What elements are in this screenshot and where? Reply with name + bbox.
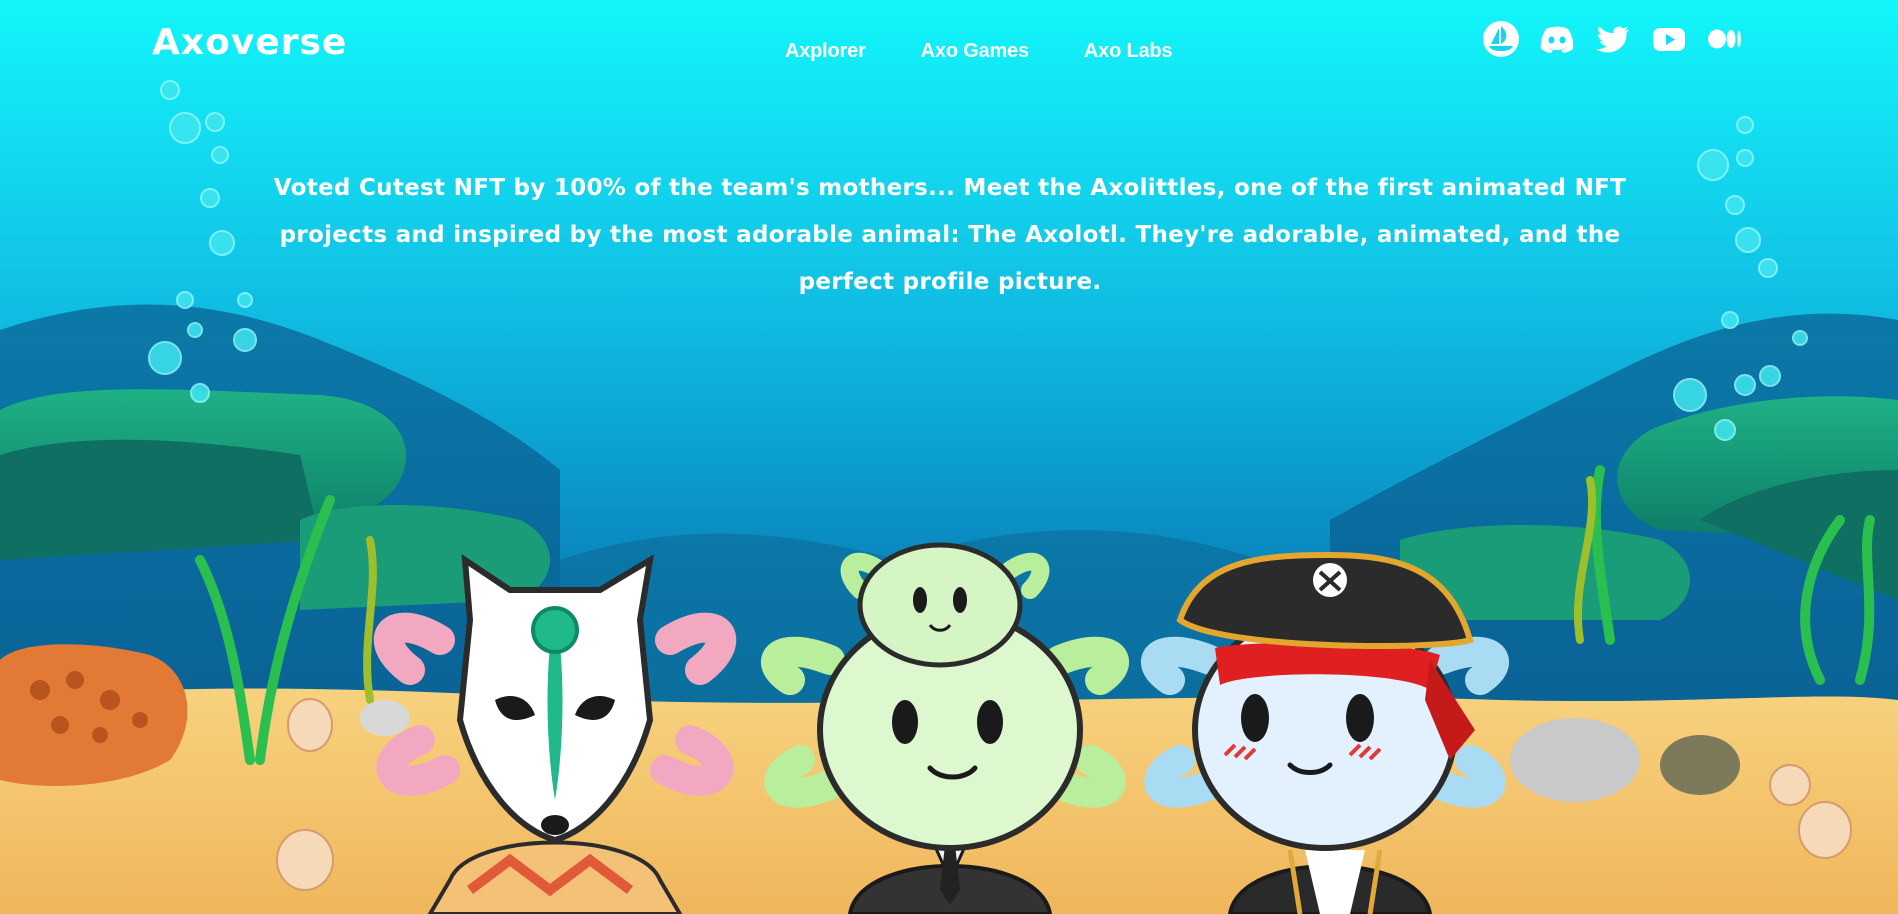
- site-logo[interactable]: Axoverse: [152, 22, 347, 63]
- nav-link-axo-labs[interactable]: Axo Labs: [1084, 40, 1173, 63]
- social-links: [1482, 20, 1744, 58]
- nav-link-axo-games[interactable]: Axo Games: [921, 40, 1029, 63]
- nav-link-axplorer[interactable]: Axplorer: [785, 40, 866, 63]
- hero-tagline: Voted Cutest NFT by 100% of the team's m…: [273, 175, 1627, 295]
- main-nav: Axplorer Axo Games Axo Labs: [785, 40, 1173, 63]
- youtube-icon[interactable]: [1650, 20, 1688, 58]
- opensea-icon[interactable]: [1482, 20, 1520, 58]
- discord-icon[interactable]: [1538, 20, 1576, 58]
- medium-icon[interactable]: [1706, 20, 1744, 58]
- page: Axoverse Axplorer Axo Games Axo Labs Vot…: [0, 0, 1898, 914]
- site-header: Axoverse Axplorer Axo Games Axo Labs: [0, 0, 1898, 100]
- underwater-scene: [0, 80, 1898, 914]
- twitter-icon[interactable]: [1594, 20, 1632, 58]
